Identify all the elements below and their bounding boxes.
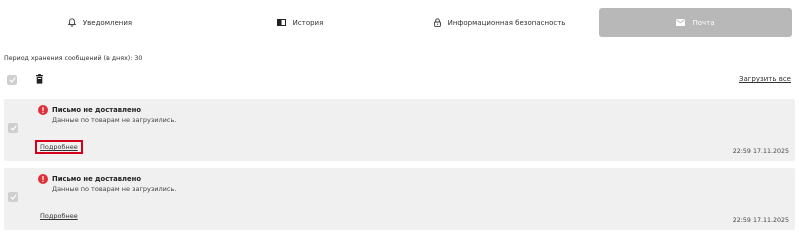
mail-icon: [676, 19, 686, 26]
message-card: Письмо не доставлено Данные по товарам н…: [4, 99, 795, 161]
message-description: Данные по товарам не загрузились.: [52, 116, 177, 124]
error-icon: [38, 174, 48, 186]
bell-icon: [67, 18, 76, 27]
check-icon: [9, 125, 17, 131]
select-all-checkbox[interactable]: [7, 75, 17, 85]
message-timestamp: 22:59 17.11.2025: [732, 217, 789, 224]
trash-icon[interactable]: [36, 74, 43, 86]
message-title: Письмо не доставлено: [52, 106, 142, 114]
message-checkbox[interactable]: [8, 123, 18, 133]
details-link[interactable]: Подробнее: [35, 140, 83, 154]
error-icon: [38, 105, 48, 117]
details-link[interactable]: Подробнее: [37, 211, 81, 221]
tab-label: Уведомления: [82, 18, 133, 27]
message-card: Письмо не доставлено Данные по товарам н…: [4, 168, 795, 230]
tab-notifications[interactable]: Уведомления: [0, 8, 200, 37]
message-timestamp: 22:59 17.11.2025: [732, 148, 789, 155]
retention-period: Период хранения сообщений (в днях): 30: [4, 55, 143, 62]
lock-icon: [433, 18, 441, 27]
message-description: Данные по товарам не загрузились.: [52, 185, 177, 193]
tab-mail[interactable]: Почта: [599, 8, 792, 37]
tab-label: Информационная безопасность: [447, 18, 566, 27]
message-checkbox[interactable]: [8, 192, 18, 202]
message-title: Письмо не доставлено: [52, 175, 142, 183]
tab-label: История: [292, 18, 324, 27]
tab-label: Почта: [692, 18, 715, 27]
load-all-link[interactable]: Загрузить все: [739, 75, 791, 83]
history-icon: [276, 19, 286, 26]
check-icon: [9, 194, 17, 200]
check-icon: [8, 77, 16, 83]
tab-information-security[interactable]: Информационная безопасность: [400, 8, 599, 37]
tab-history[interactable]: История: [200, 8, 400, 37]
